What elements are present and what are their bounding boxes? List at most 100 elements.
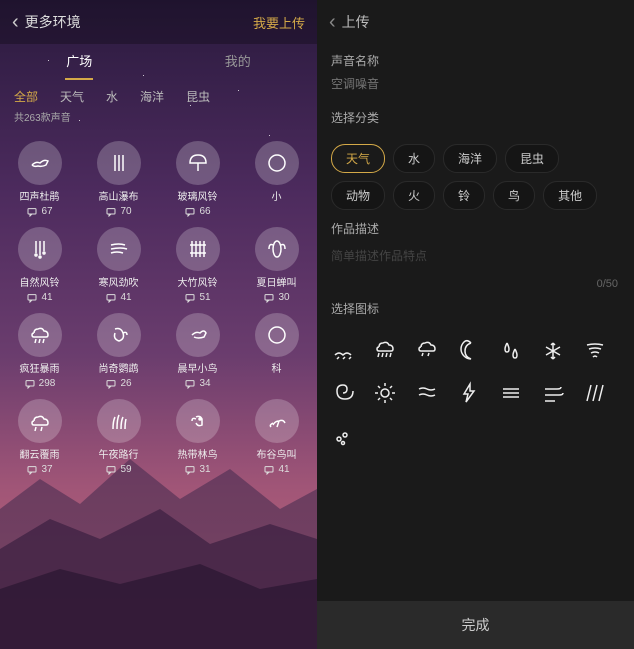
splash-icon[interactable] [331, 423, 355, 447]
chip-海洋[interactable]: 海洋 [443, 144, 497, 173]
sound-name: 四声杜鹃 [20, 188, 60, 203]
sound-name: 午夜路行 [99, 446, 139, 461]
categories: 全部 天气 水 海洋 昆虫 [0, 80, 317, 109]
sound-name: 疯狂暴雨 [20, 360, 60, 375]
wind-icon [97, 227, 141, 271]
category-label: 选择分类 [331, 109, 620, 126]
back-icon[interactable]: ‹ [12, 11, 19, 34]
left-title: 更多环境 [25, 12, 253, 32]
bird3-icon [255, 399, 299, 443]
snow-icon[interactable] [541, 339, 565, 363]
cat-海洋[interactable]: 海洋 [140, 88, 164, 105]
sound-item[interactable]: 大竹风铃 51 [158, 227, 237, 303]
windlines-icon[interactable] [541, 381, 565, 405]
rainheavy-icon[interactable] [373, 339, 397, 363]
cloud-icon [18, 399, 62, 443]
category-field: 选择分类 [317, 101, 634, 140]
desc-label: 作品描述 [331, 220, 620, 237]
waves-icon[interactable] [415, 381, 439, 405]
category-chips: 天气水海洋昆虫动物火铃鸟其他 [317, 140, 634, 212]
iconsel-field: 选择图标 [317, 292, 634, 331]
iconsel-label: 选择图标 [331, 300, 620, 317]
sound-item[interactable]: 夏日蝉叫 30 [237, 227, 316, 303]
cat-全部[interactable]: 全部 [14, 88, 38, 105]
rainlight-icon[interactable] [415, 339, 439, 363]
sound-item[interactable]: 科 [237, 313, 316, 389]
sound-item[interactable]: 高山瀑布70 [79, 141, 158, 217]
sound-name: 晨早小鸟 [178, 360, 218, 375]
sound-item[interactable]: 午夜路行 59 [79, 399, 158, 475]
bamboo-icon [176, 227, 220, 271]
char-count: 0/50 [317, 276, 634, 292]
chip-天气[interactable]: 天气 [331, 144, 385, 173]
sound-meta: 66 [184, 206, 210, 217]
sound-item[interactable]: 小 [237, 141, 316, 217]
back-icon[interactable]: ‹ [329, 11, 336, 34]
tab-广场[interactable]: 广场 [0, 44, 159, 80]
cat-水[interactable]: 水 [106, 88, 118, 105]
chip-动物[interactable]: 动物 [331, 181, 385, 210]
sound-grid: 四声杜鹃67高山瀑布70玻璃风铃66小自然风铃41寒风劲吹41 大竹风铃 51 夏日蝉… [0, 130, 317, 486]
upload-link[interactable]: 我要上传 [253, 13, 305, 32]
name-input[interactable] [331, 75, 606, 93]
name-field: 声音名称 [317, 44, 634, 101]
partial-icon [255, 313, 299, 357]
sound-name: 热带林鸟 [178, 446, 218, 461]
sound-name: 大竹风铃 [178, 274, 218, 289]
sound-name: 夏日蝉叫 [257, 274, 297, 289]
tab-我的[interactable]: 我的 [159, 44, 318, 80]
sound-meta: 59 [105, 464, 131, 475]
sound-meta: 41 [26, 292, 52, 303]
chip-水[interactable]: 水 [393, 144, 435, 173]
sound-name: 高山瀑布 [99, 188, 139, 203]
sound-item[interactable]: 热带林鸟31 [158, 399, 237, 475]
smallbird-icon [176, 313, 220, 357]
chip-鸟[interactable]: 鸟 [493, 181, 535, 210]
desc-placeholder[interactable]: 简单描述作品特点 [331, 243, 620, 268]
left-header: ‹ 更多环境 我要上传 [0, 0, 317, 44]
chip-昆虫[interactable]: 昆虫 [505, 144, 559, 173]
sound-name: 尚奇鹦鹉 [99, 360, 139, 375]
sound-item[interactable]: 布谷鸟叫41 [237, 399, 316, 475]
sound-meta: 34 [184, 378, 210, 389]
slant-icon[interactable] [583, 381, 607, 405]
name-label: 声音名称 [331, 52, 620, 69]
done-button[interactable]: 完成 [317, 601, 634, 649]
moon-icon[interactable] [457, 339, 481, 363]
sound-name: 翻云覆雨 [20, 446, 60, 461]
right-header: ‹ 上传 [317, 0, 634, 44]
sound-item[interactable]: 四声杜鹃67 [0, 141, 79, 217]
sound-item[interactable]: 自然风铃41 [0, 227, 79, 303]
cat-昆虫[interactable]: 昆虫 [186, 88, 210, 105]
sound-meta: 41 [105, 292, 131, 303]
sound-item[interactable]: 玻璃风铃66 [158, 141, 237, 217]
sound-item[interactable]: 疯狂暴雨298 [0, 313, 79, 389]
chip-其他[interactable]: 其他 [543, 181, 597, 210]
sound-count: 共263款声音 [0, 109, 317, 130]
sand-icon[interactable] [331, 339, 355, 363]
waterfall-icon [97, 141, 141, 185]
spiral-icon[interactable] [331, 381, 355, 405]
sound-item[interactable]: 尚奇鹦鹉26 [79, 313, 158, 389]
sun-icon[interactable] [373, 381, 397, 405]
chip-铃[interactable]: 铃 [443, 181, 485, 210]
sound-meta: 30 [263, 292, 289, 303]
drops-icon[interactable] [499, 339, 523, 363]
bird-icon [18, 141, 62, 185]
sound-item[interactable]: 晨早小鸟 34 [158, 313, 237, 389]
sound-meta: 51 [184, 292, 210, 303]
partial-icon [255, 141, 299, 185]
lines-icon[interactable] [499, 381, 523, 405]
sound-meta: 41 [263, 464, 289, 475]
cat-天气[interactable]: 天气 [60, 88, 84, 105]
lightning-icon[interactable] [457, 381, 481, 405]
chip-火[interactable]: 火 [393, 181, 435, 210]
sound-item[interactable]: 寒风劲吹41 [79, 227, 158, 303]
umbrella-icon [176, 141, 220, 185]
tabs: 广场我的 [0, 44, 317, 80]
sound-meta: 37 [26, 464, 52, 475]
sound-item[interactable]: 翻云覆雨 37 [0, 399, 79, 475]
tornado-icon[interactable] [583, 339, 607, 363]
parrot-icon [97, 313, 141, 357]
right-title: 上传 [342, 12, 622, 32]
